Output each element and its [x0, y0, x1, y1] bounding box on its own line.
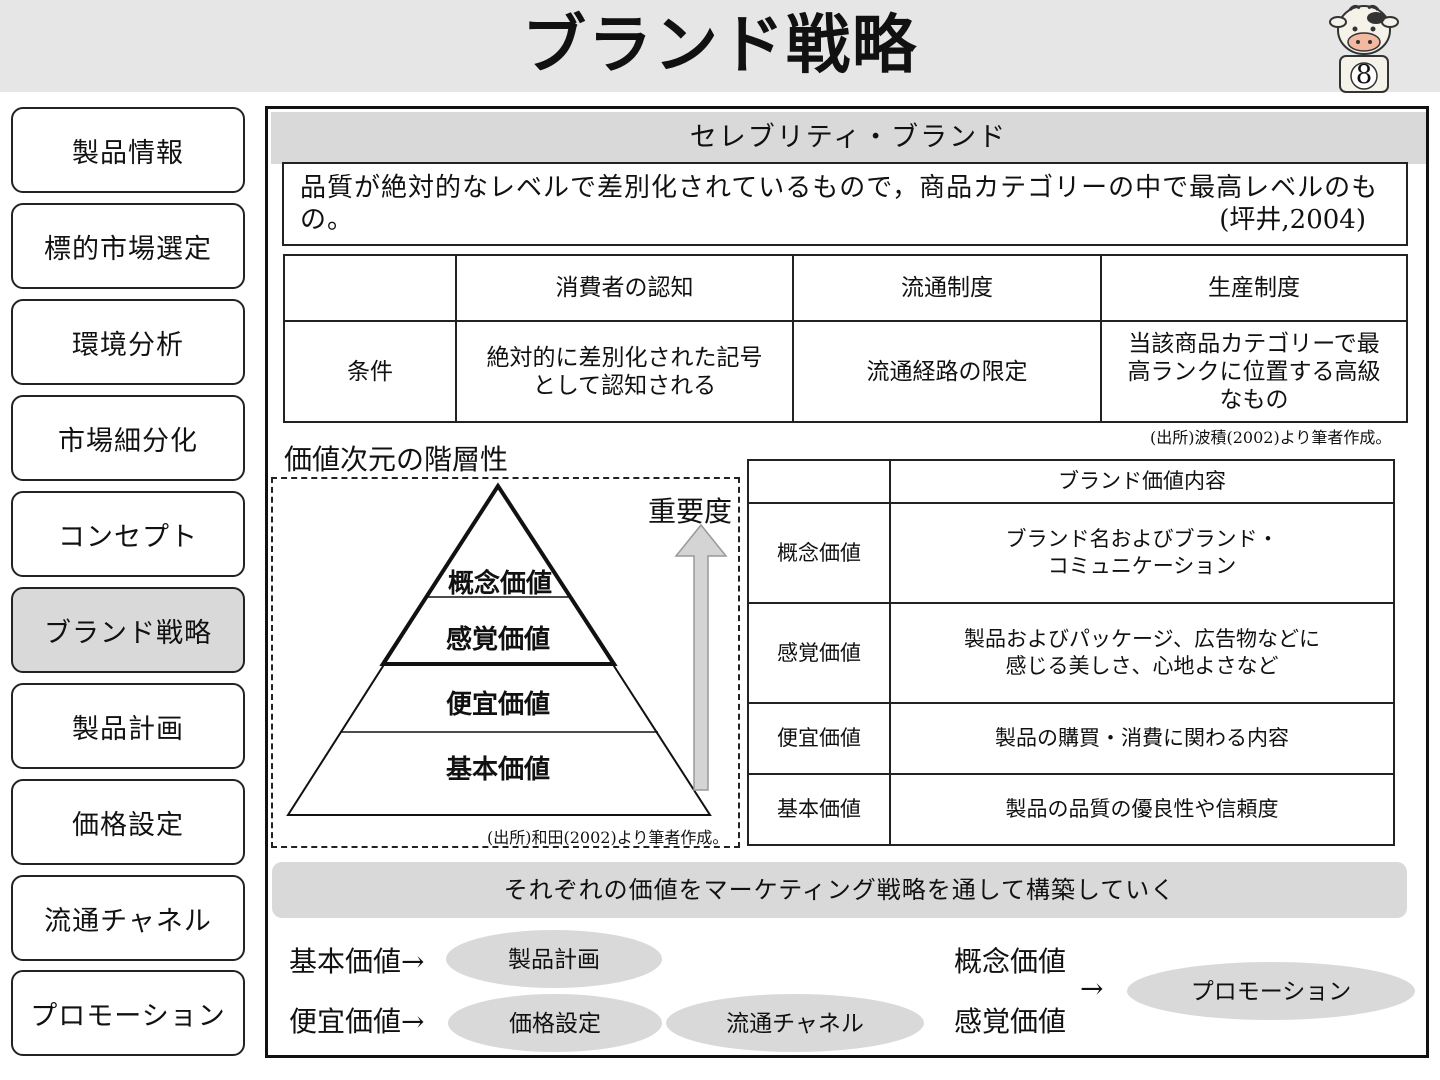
value-table: ブランド価値内容 概念価値 ブランド名およびブランド・ コミュニケーション 感覚… [747, 459, 1395, 846]
pricing-pill[interactable]: 価格設定 [448, 994, 662, 1052]
distribution-pill[interactable]: 流通チャネル [666, 994, 924, 1052]
table-cell: 概念価値 [747, 502, 891, 604]
table-cell: 便宜価値 [747, 702, 891, 775]
importance-arrow-icon [674, 523, 728, 791]
table-cell: 製品の購買・消費に関わる内容 [889, 702, 1395, 775]
table-header-cell: ブランド価値内容 [889, 459, 1395, 504]
promotion-pill[interactable]: プロモーション [1127, 962, 1415, 1020]
pyramid-level-convenience: 便宜価値 [445, 690, 550, 720]
product-plan-pill[interactable]: 製品計画 [446, 930, 662, 988]
pyramid-level-concept: 概念価値 [447, 569, 552, 599]
table-cell: ブランド名およびブランド・ コミュニケーション [889, 502, 1395, 604]
pyramid-level-sensory: 感覚価値 [445, 625, 550, 655]
sensory-value-label: 感覚価値 [954, 1005, 1067, 1038]
table-header-cell [747, 459, 891, 504]
convenience-value-label: 便宜価値→ [289, 1005, 425, 1038]
table-cell: 基本価値 [747, 773, 891, 846]
pyramid-level-basic: 基本価値 [445, 755, 550, 785]
summary-banner: それぞれの価値をマーケティング戦略を通して構築していく [272, 862, 1407, 918]
table-cell: 感覚価値 [747, 602, 891, 704]
table-cell: 製品およびパッケージ、広告物などに 感じる美しさ、心地よさなど [889, 602, 1395, 704]
hierarchy-source: (出所)和田(2002)より筆者作成。 [487, 828, 729, 847]
basic-value-label: 基本価値→ [289, 945, 425, 978]
table-cell: 製品の品質の優良性や信頼度 [889, 773, 1395, 846]
importance-label: 重要度 [648, 495, 733, 528]
mapping-arrow: → [1080, 972, 1104, 1005]
concept-value-label: 概念価値 [954, 945, 1067, 978]
